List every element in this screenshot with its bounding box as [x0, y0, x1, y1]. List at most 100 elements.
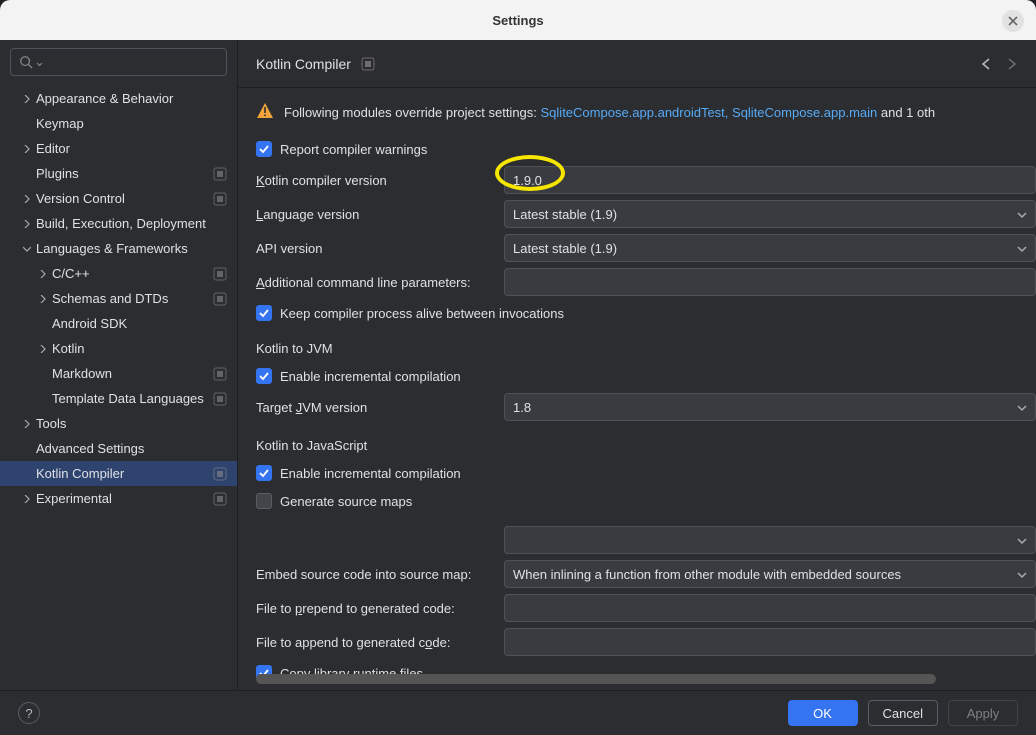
sidebar-item-keymap[interactable]: Keymap	[0, 111, 237, 136]
sidebar-item-tools[interactable]: Tools	[0, 411, 237, 436]
chevron-right-icon	[36, 295, 50, 303]
sidebar-item-label: Editor	[36, 141, 227, 156]
sidebar-item-experimental[interactable]: Experimental	[0, 486, 237, 511]
incremental-jvm-checkbox[interactable]	[256, 368, 272, 384]
chevron-right-icon	[20, 95, 34, 103]
source-maps-row[interactable]: Generate source maps	[256, 487, 1036, 515]
keep-alive-label: Keep compiler process alive between invo…	[280, 306, 564, 321]
sidebar-item-template-data-languages[interactable]: Template Data Languages	[0, 386, 237, 411]
file-append-input[interactable]	[504, 628, 1036, 656]
sidebar-item-label: Kotlin Compiler	[36, 466, 213, 481]
report-warnings-label: Report compiler warnings	[280, 142, 427, 157]
sidebar-item-editor[interactable]: Editor	[0, 136, 237, 161]
override-modules-link[interactable]: SqliteCompose.app.androidTest, SqliteCom…	[541, 105, 878, 120]
sidebar-item-label: Plugins	[36, 166, 213, 181]
main-area: ⌄ Appearance & Behavior Keymap Editor Plugi…	[0, 40, 1036, 690]
kotlin-version-select[interactable]: 1.9.0	[504, 166, 1036, 194]
chevron-down-icon	[1017, 210, 1027, 220]
keep-alive-checkbox[interactable]	[256, 305, 272, 321]
sidebar-item-android-sdk[interactable]: Android SDK	[0, 311, 237, 336]
sidebar-item-plugins[interactable]: Plugins	[0, 161, 237, 186]
horizontal-scrollbar[interactable]	[256, 674, 916, 684]
file-append-label: File to append to generated code:	[256, 635, 504, 650]
titlebar: Settings	[0, 0, 1036, 40]
report-warnings-row[interactable]: Report compiler warnings	[256, 135, 1036, 163]
section-js-title: Kotlin to JavaScript	[256, 438, 1036, 453]
sidebar-item-label: Template Data Languages	[52, 391, 213, 406]
nav-back-icon[interactable]	[980, 57, 994, 71]
target-jvm-label: Target JVM version	[256, 400, 504, 415]
chevron-right-icon	[36, 345, 50, 353]
sidebar-item-c-c-[interactable]: C/C++	[0, 261, 237, 286]
chevron-right-icon	[36, 270, 50, 278]
scrollbar-thumb[interactable]	[256, 674, 936, 684]
close-button[interactable]	[1002, 10, 1024, 32]
sidebar-item-label: Schemas and DTDs	[52, 291, 213, 306]
language-version-label: Language version	[256, 207, 504, 222]
incremental-js-label: Enable incremental compilation	[280, 466, 461, 481]
help-button[interactable]: ?	[18, 702, 40, 724]
sidebar-item-label: Version Control	[36, 191, 213, 206]
language-version-select[interactable]: Latest stable (1.9)	[504, 200, 1036, 228]
file-prepend-input[interactable]	[504, 594, 1036, 622]
sidebar-item-build-execution-deployment[interactable]: Build, Execution, Deployment	[0, 211, 237, 236]
search-icon	[19, 55, 33, 69]
sidebar-item-appearance-behavior[interactable]: Appearance & Behavior	[0, 86, 237, 111]
ok-button[interactable]: OK	[788, 700, 858, 726]
page-title: Kotlin Compiler	[256, 56, 351, 72]
settings-tree: Appearance & Behavior Keymap Editor Plugins…	[0, 82, 237, 511]
chevron-right-icon	[20, 220, 34, 228]
keep-alive-row[interactable]: Keep compiler process alive between invo…	[256, 299, 1036, 327]
sidebar-item-label: Languages & Frameworks	[36, 241, 227, 256]
chevron-right-icon	[20, 145, 34, 153]
incremental-jvm-row[interactable]: Enable incremental compilation	[256, 362, 1036, 390]
cancel-button[interactable]: Cancel	[868, 700, 938, 726]
kotlin-version-value: 1.9.0	[513, 173, 542, 188]
sidebar-item-markdown[interactable]: Markdown	[0, 361, 237, 386]
chevron-down-icon	[1017, 570, 1027, 580]
content-panel: Kotlin Compiler Following modules overri…	[238, 40, 1036, 690]
content-body: Following modules override project setti…	[238, 88, 1036, 690]
search-input[interactable]: ⌄	[10, 48, 227, 76]
sidebar-item-label: Markdown	[52, 366, 213, 381]
additional-params-label: Additional command line parameters:	[256, 275, 504, 290]
source-maps-checkbox[interactable]	[256, 493, 272, 509]
incremental-jvm-label: Enable incremental compilation	[280, 369, 461, 384]
footer: ? OK Cancel Apply	[0, 690, 1036, 735]
chevron-down-icon	[1017, 403, 1027, 413]
incremental-js-checkbox[interactable]	[256, 465, 272, 481]
incremental-js-row[interactable]: Enable incremental compilation	[256, 459, 1036, 487]
chevron-down-icon	[1017, 244, 1027, 254]
additional-params-input[interactable]	[504, 268, 1036, 296]
project-badge-icon	[361, 57, 375, 71]
api-version-select[interactable]: Latest stable (1.9)	[504, 234, 1036, 262]
sidebar-item-label: Appearance & Behavior	[36, 91, 227, 106]
sidebar-item-schemas-and-dtds[interactable]: Schemas and DTDs	[0, 286, 237, 311]
file-prepend-label: File to prepend to generated code:	[256, 601, 504, 616]
sidebar-item-advanced-settings[interactable]: Advanced Settings	[0, 436, 237, 461]
sidebar-item-label: Experimental	[36, 491, 213, 506]
embed-source-select[interactable]: When inlining a function from other modu…	[504, 560, 1036, 588]
report-warnings-checkbox[interactable]	[256, 141, 272, 157]
sidebar-item-label: C/C++	[52, 266, 213, 281]
kotlin-version-label: Kotlin compiler version	[256, 173, 504, 188]
warning-icon	[256, 102, 274, 123]
content-header: Kotlin Compiler	[238, 40, 1036, 88]
nav-forward-icon[interactable]	[1004, 57, 1018, 71]
sidebar-item-languages-frameworks[interactable]: Languages & Frameworks	[0, 236, 237, 261]
sidebar-item-kotlin-compiler[interactable]: Kotlin Compiler	[0, 461, 237, 486]
sidebar-item-label: Advanced Settings	[36, 441, 227, 456]
section-jvm-title: Kotlin to JVM	[256, 341, 1036, 356]
chevron-right-icon	[20, 420, 34, 428]
chevron-down-icon	[20, 245, 34, 253]
embed-source-label: Embed source code into source map:	[256, 567, 504, 582]
apply-button[interactable]: Apply	[948, 700, 1018, 726]
sidebar-item-kotlin[interactable]: Kotlin	[0, 336, 237, 361]
sidebar-item-version-control[interactable]: Version Control	[0, 186, 237, 211]
source-maps-select[interactable]	[504, 526, 1036, 554]
source-maps-label: Generate source maps	[280, 494, 412, 509]
target-jvm-select[interactable]: 1.8	[504, 393, 1036, 421]
sidebar-item-label: Keymap	[36, 116, 227, 131]
window-title: Settings	[492, 13, 543, 28]
sidebar-item-label: Kotlin	[52, 341, 227, 356]
